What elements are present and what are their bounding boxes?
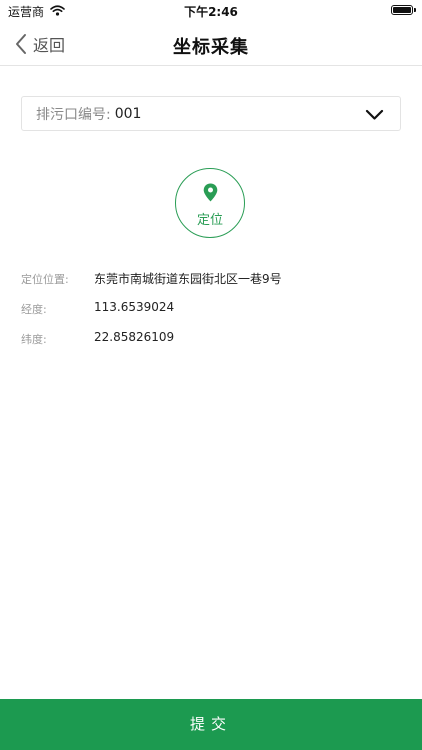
chevron-down-icon	[365, 107, 384, 121]
latitude-label: 纬度:	[21, 333, 47, 346]
locate-button[interactable]: 定位	[175, 168, 245, 238]
status-bar: 运营商 下午2:46	[0, 0, 422, 22]
latitude-row: 纬度: 22.85826109	[21, 330, 401, 348]
location-pin-icon	[203, 183, 218, 202]
outlet-number-select[interactable]: 排污口编号: 001	[21, 96, 401, 131]
address-value: 东莞市南城街道东园街北区一巷9号	[94, 272, 282, 286]
locate-label: 定位	[196, 213, 223, 228]
longitude-value: 113.6539024	[94, 300, 175, 314]
outlet-number-value: 001	[114, 105, 142, 122]
battery-icon	[391, 5, 416, 15]
clock: 下午2:46	[184, 5, 238, 19]
battery-fill	[393, 7, 411, 13]
submit-button[interactable]: 提交	[0, 699, 422, 750]
page-title: 坐标采集	[173, 37, 249, 58]
outlet-number-label: 排污口编号:	[36, 106, 111, 123]
battery-tip	[414, 8, 416, 12]
address-label: 定位位置:	[21, 273, 69, 286]
address-row: 定位位置: 东莞市南城街道东园街北区一巷9号	[21, 270, 401, 288]
longitude-label: 经度:	[21, 303, 47, 316]
latitude-value: 22.85826109	[94, 330, 175, 344]
longitude-row: 经度: 113.6539024	[21, 300, 401, 318]
nav-bar: 返回 坐标采集	[0, 22, 422, 66]
